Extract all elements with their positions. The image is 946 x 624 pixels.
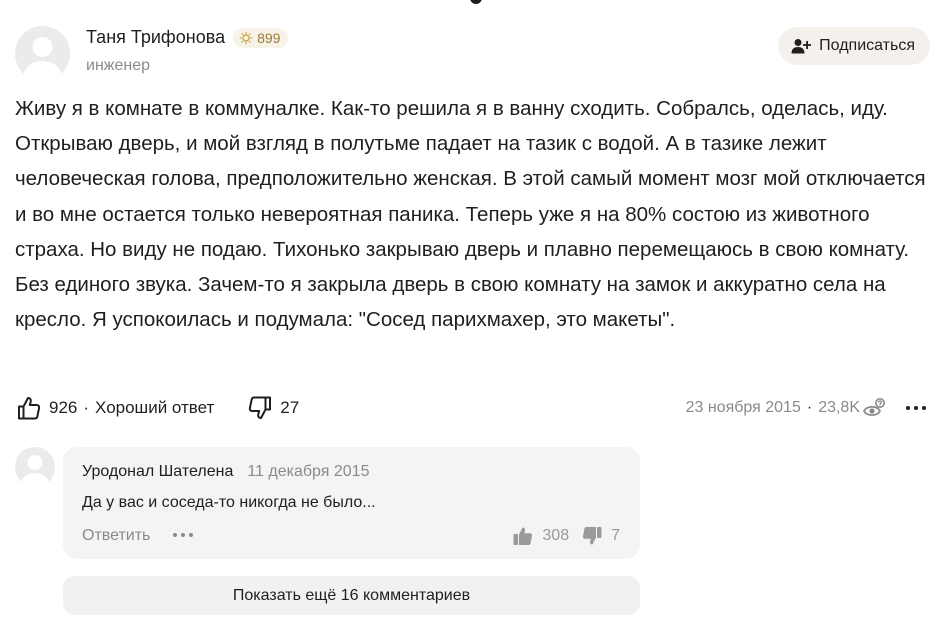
separator-dot: · xyxy=(83,398,90,417)
comment-author-avatar[interactable] xyxy=(15,447,55,487)
top-edge-fragment xyxy=(470,0,482,4)
subscribe-label: Подписаться xyxy=(819,37,915,54)
views-count: 23,8K xyxy=(818,399,860,416)
author-avatar[interactable] xyxy=(15,26,70,81)
comment-card: Уродонал Шателена 11 декабря 2015 Да у в… xyxy=(63,447,640,559)
dislike-count: 27 xyxy=(280,398,300,417)
answer-meta: 23 ноября 2015 · 23,8K xyxy=(686,393,926,423)
comment-date: 11 декабря 2015 xyxy=(247,463,370,480)
more-dot xyxy=(189,533,193,537)
more-dot xyxy=(914,406,918,410)
comment-dislike-count: 7 xyxy=(611,527,620,544)
author-row: Таня Трифонова 899 xyxy=(86,27,289,48)
comment-more-button[interactable] xyxy=(173,533,193,537)
more-options-button[interactable] xyxy=(906,406,926,410)
answer-text: Живу я в комнате в коммуналке. Как-то ре… xyxy=(15,97,926,332)
like-button[interactable]: 926 xyxy=(15,394,77,422)
author-name[interactable]: Таня Трифонова xyxy=(86,27,225,48)
rating-value: 899 xyxy=(257,29,281,46)
rating-badge[interactable]: 899 xyxy=(233,27,289,48)
more-dot xyxy=(173,533,177,537)
subscribe-button[interactable]: Подписаться xyxy=(778,27,930,65)
sun-badge-icon xyxy=(239,31,253,44)
show-more-comments-button[interactable]: Показать ещё 16 комментариев xyxy=(63,576,640,615)
like-count: 926 xyxy=(49,398,78,417)
avatar-placeholder-icon xyxy=(15,447,55,487)
thumbs-down-icon xyxy=(583,527,602,545)
comment-like-count: 308 xyxy=(542,527,570,544)
comment-votes: 308 7 xyxy=(512,525,620,547)
thumbs-down-icon xyxy=(249,396,272,419)
eye-icon xyxy=(862,398,885,417)
comment-dislike-button[interactable]: 7 xyxy=(581,525,620,547)
dislike-button[interactable]: 27 xyxy=(246,394,299,422)
avatar-placeholder-icon xyxy=(15,26,70,81)
comment-like-button[interactable]: 308 xyxy=(512,525,569,547)
comment-header: Уродонал Шателена 11 декабря 2015 xyxy=(82,463,369,481)
author-role: инженер xyxy=(86,57,151,74)
answer-actions: 926 · Хороший ответ 27 xyxy=(15,393,299,423)
more-dot xyxy=(906,406,910,410)
add-user-icon xyxy=(791,39,812,54)
more-dot xyxy=(181,533,185,537)
thumbs-up-icon xyxy=(513,527,533,545)
comment-text: Да у вас и соседа-то никогда не было... xyxy=(82,494,376,511)
good-answer-button[interactable]: Хороший ответ xyxy=(95,398,214,418)
comment-author-name[interactable]: Уродонал Шателена xyxy=(82,463,233,481)
meta-separator-dot: · xyxy=(806,399,813,416)
answer-date[interactable]: 23 ноября 2015 xyxy=(686,399,801,417)
thumbs-up-icon xyxy=(18,397,41,420)
reply-button[interactable]: Ответить xyxy=(82,527,150,545)
more-dot xyxy=(922,406,926,410)
